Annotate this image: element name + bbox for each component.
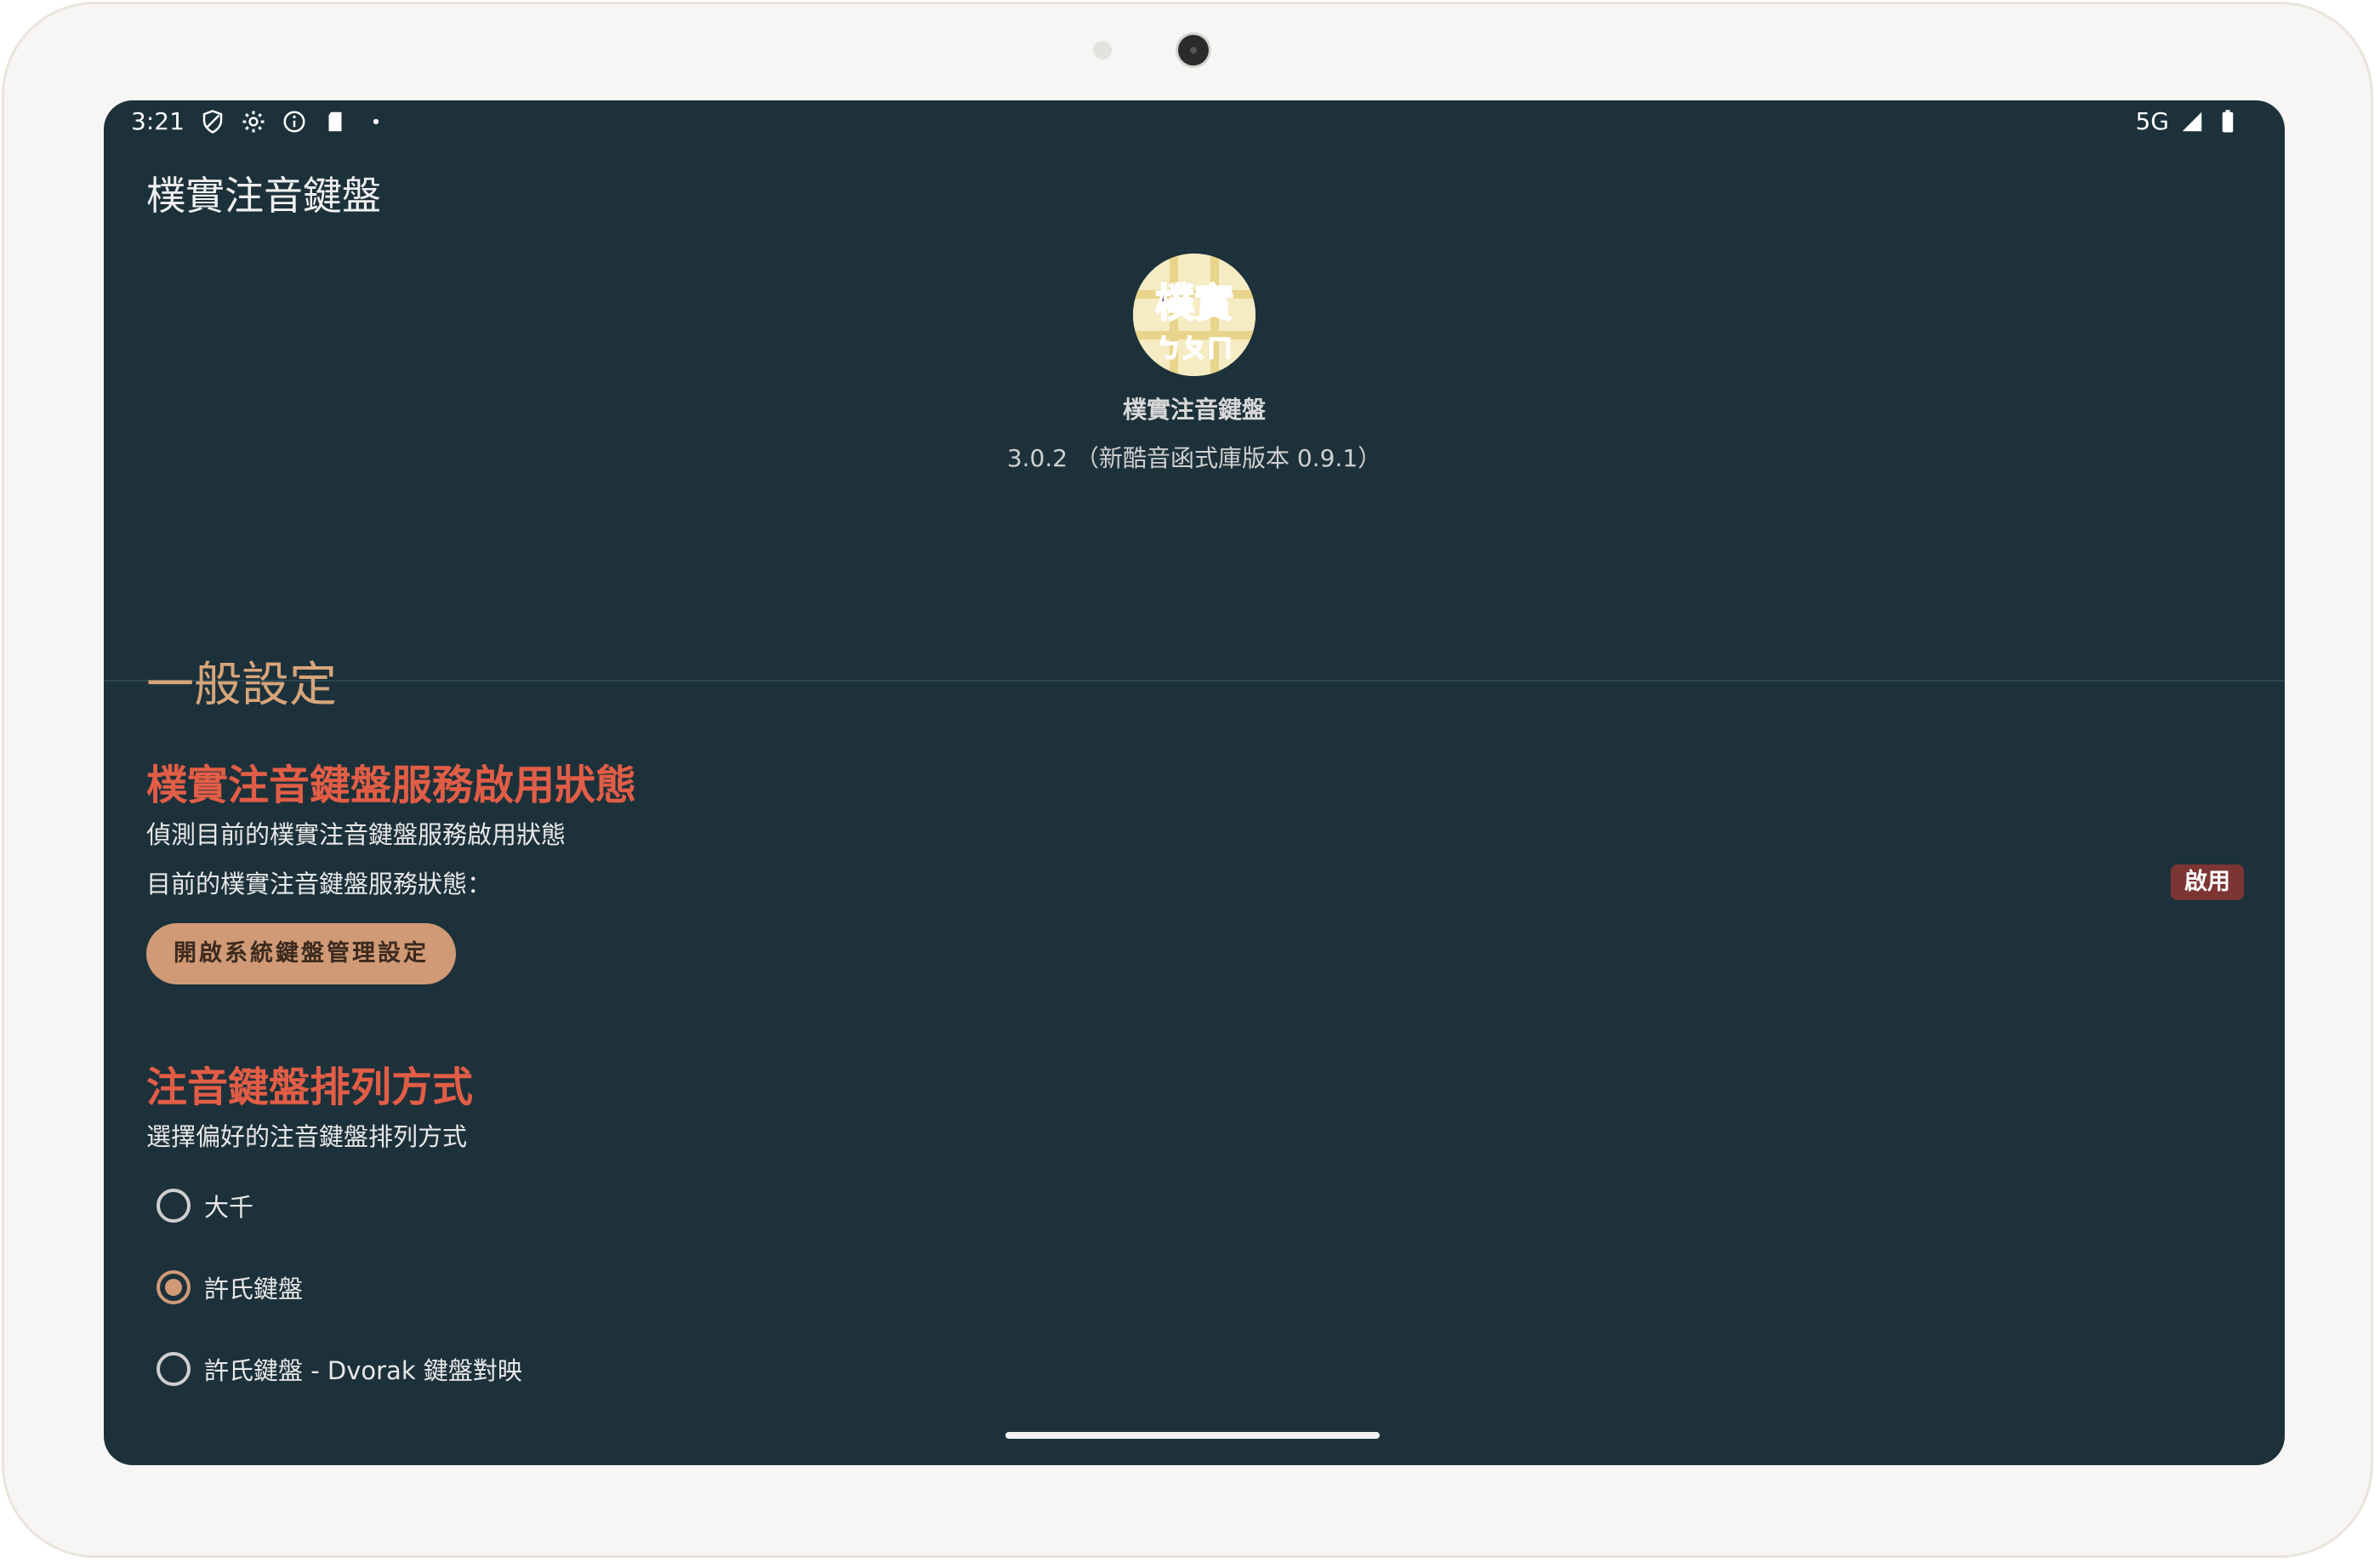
status-badge: 啟用: [2171, 864, 2244, 900]
status-time: 3:21: [131, 107, 185, 135]
layout-option-label: 許氏鍵盤: [204, 1275, 304, 1303]
section-heading-general: 一般設定: [146, 658, 337, 713]
app-bar-title: 樸實注音鍵盤: [146, 173, 381, 219]
app-name: 樸實注音鍵盤: [1122, 396, 1266, 424]
logo-text-top: 樸實: [1155, 280, 1233, 326]
app-logo: 樸實 ㄅㄆㄇ: [1133, 254, 1255, 376]
app-version: 3.0.2 （新酷音函式庫版本 0.9.1）: [1006, 444, 1382, 472]
info-icon: [282, 109, 307, 134]
layout-option-hsu-dvorak[interactable]: 許氏鍵盤 - Dvorak 鍵盤對映: [157, 1347, 522, 1391]
settings-icon: [241, 109, 266, 134]
layout-option-hsu[interactable]: 許氏鍵盤: [157, 1265, 303, 1309]
signal-icon: [2179, 109, 2205, 134]
navigation-handle[interactable]: [1005, 1432, 1380, 1439]
radio-button-checked[interactable]: [157, 1270, 191, 1304]
logo-text-bottom: ㄅㄆㄇ: [1156, 334, 1233, 364]
service-status-description: 偵測目前的樸實注音鍵盤服務啟用狀態: [146, 820, 567, 849]
status-bar: 3:21 5G: [104, 100, 2285, 148]
open-keyboard-settings-button[interactable]: 開啟系統鍵盤管理設定: [146, 923, 456, 984]
service-status-label: 目前的樸實注音鍵盤服務狀態：: [146, 870, 493, 898]
tablet-frame: 3:21 5G 樸實注音鍵盤 樸實 ㄅㄆㄇ 樸實注音鍵盤 3.0.2 （新酷音函…: [2, 2, 2373, 1558]
status-left: 3:21: [131, 107, 389, 135]
layout-option-label: 大千: [204, 1193, 254, 1222]
status-right: 5G: [2135, 107, 2241, 135]
layout-option-label: 許氏鍵盤 - Dvorak 鍵盤對映: [204, 1356, 522, 1385]
battery-icon: [2215, 109, 2241, 134]
radio-button[interactable]: [157, 1352, 191, 1386]
network-type: 5G: [2135, 107, 2169, 135]
screen: 3:21 5G 樸實注音鍵盤 樸實 ㄅㄆㄇ 樸實注音鍵盤 3.0.2 （新酷音函…: [104, 100, 2285, 1465]
sd-card-icon: [322, 109, 348, 134]
front-camera: [1178, 35, 1209, 66]
dot-icon: [363, 109, 389, 134]
layout-title: 注音鍵盤排列方式: [146, 1064, 474, 1111]
service-status-title: 樸實注音鍵盤服務啟用狀態: [146, 762, 637, 809]
shield-icon: [200, 109, 225, 134]
layout-description: 選擇偏好的注音鍵盤排列方式: [146, 1122, 468, 1151]
app-bar: 樸實注音鍵盤: [104, 148, 2285, 251]
light-sensor: [1093, 41, 1112, 60]
radio-button[interactable]: [157, 1189, 191, 1223]
layout-option-daqian[interactable]: 大千: [157, 1184, 253, 1228]
